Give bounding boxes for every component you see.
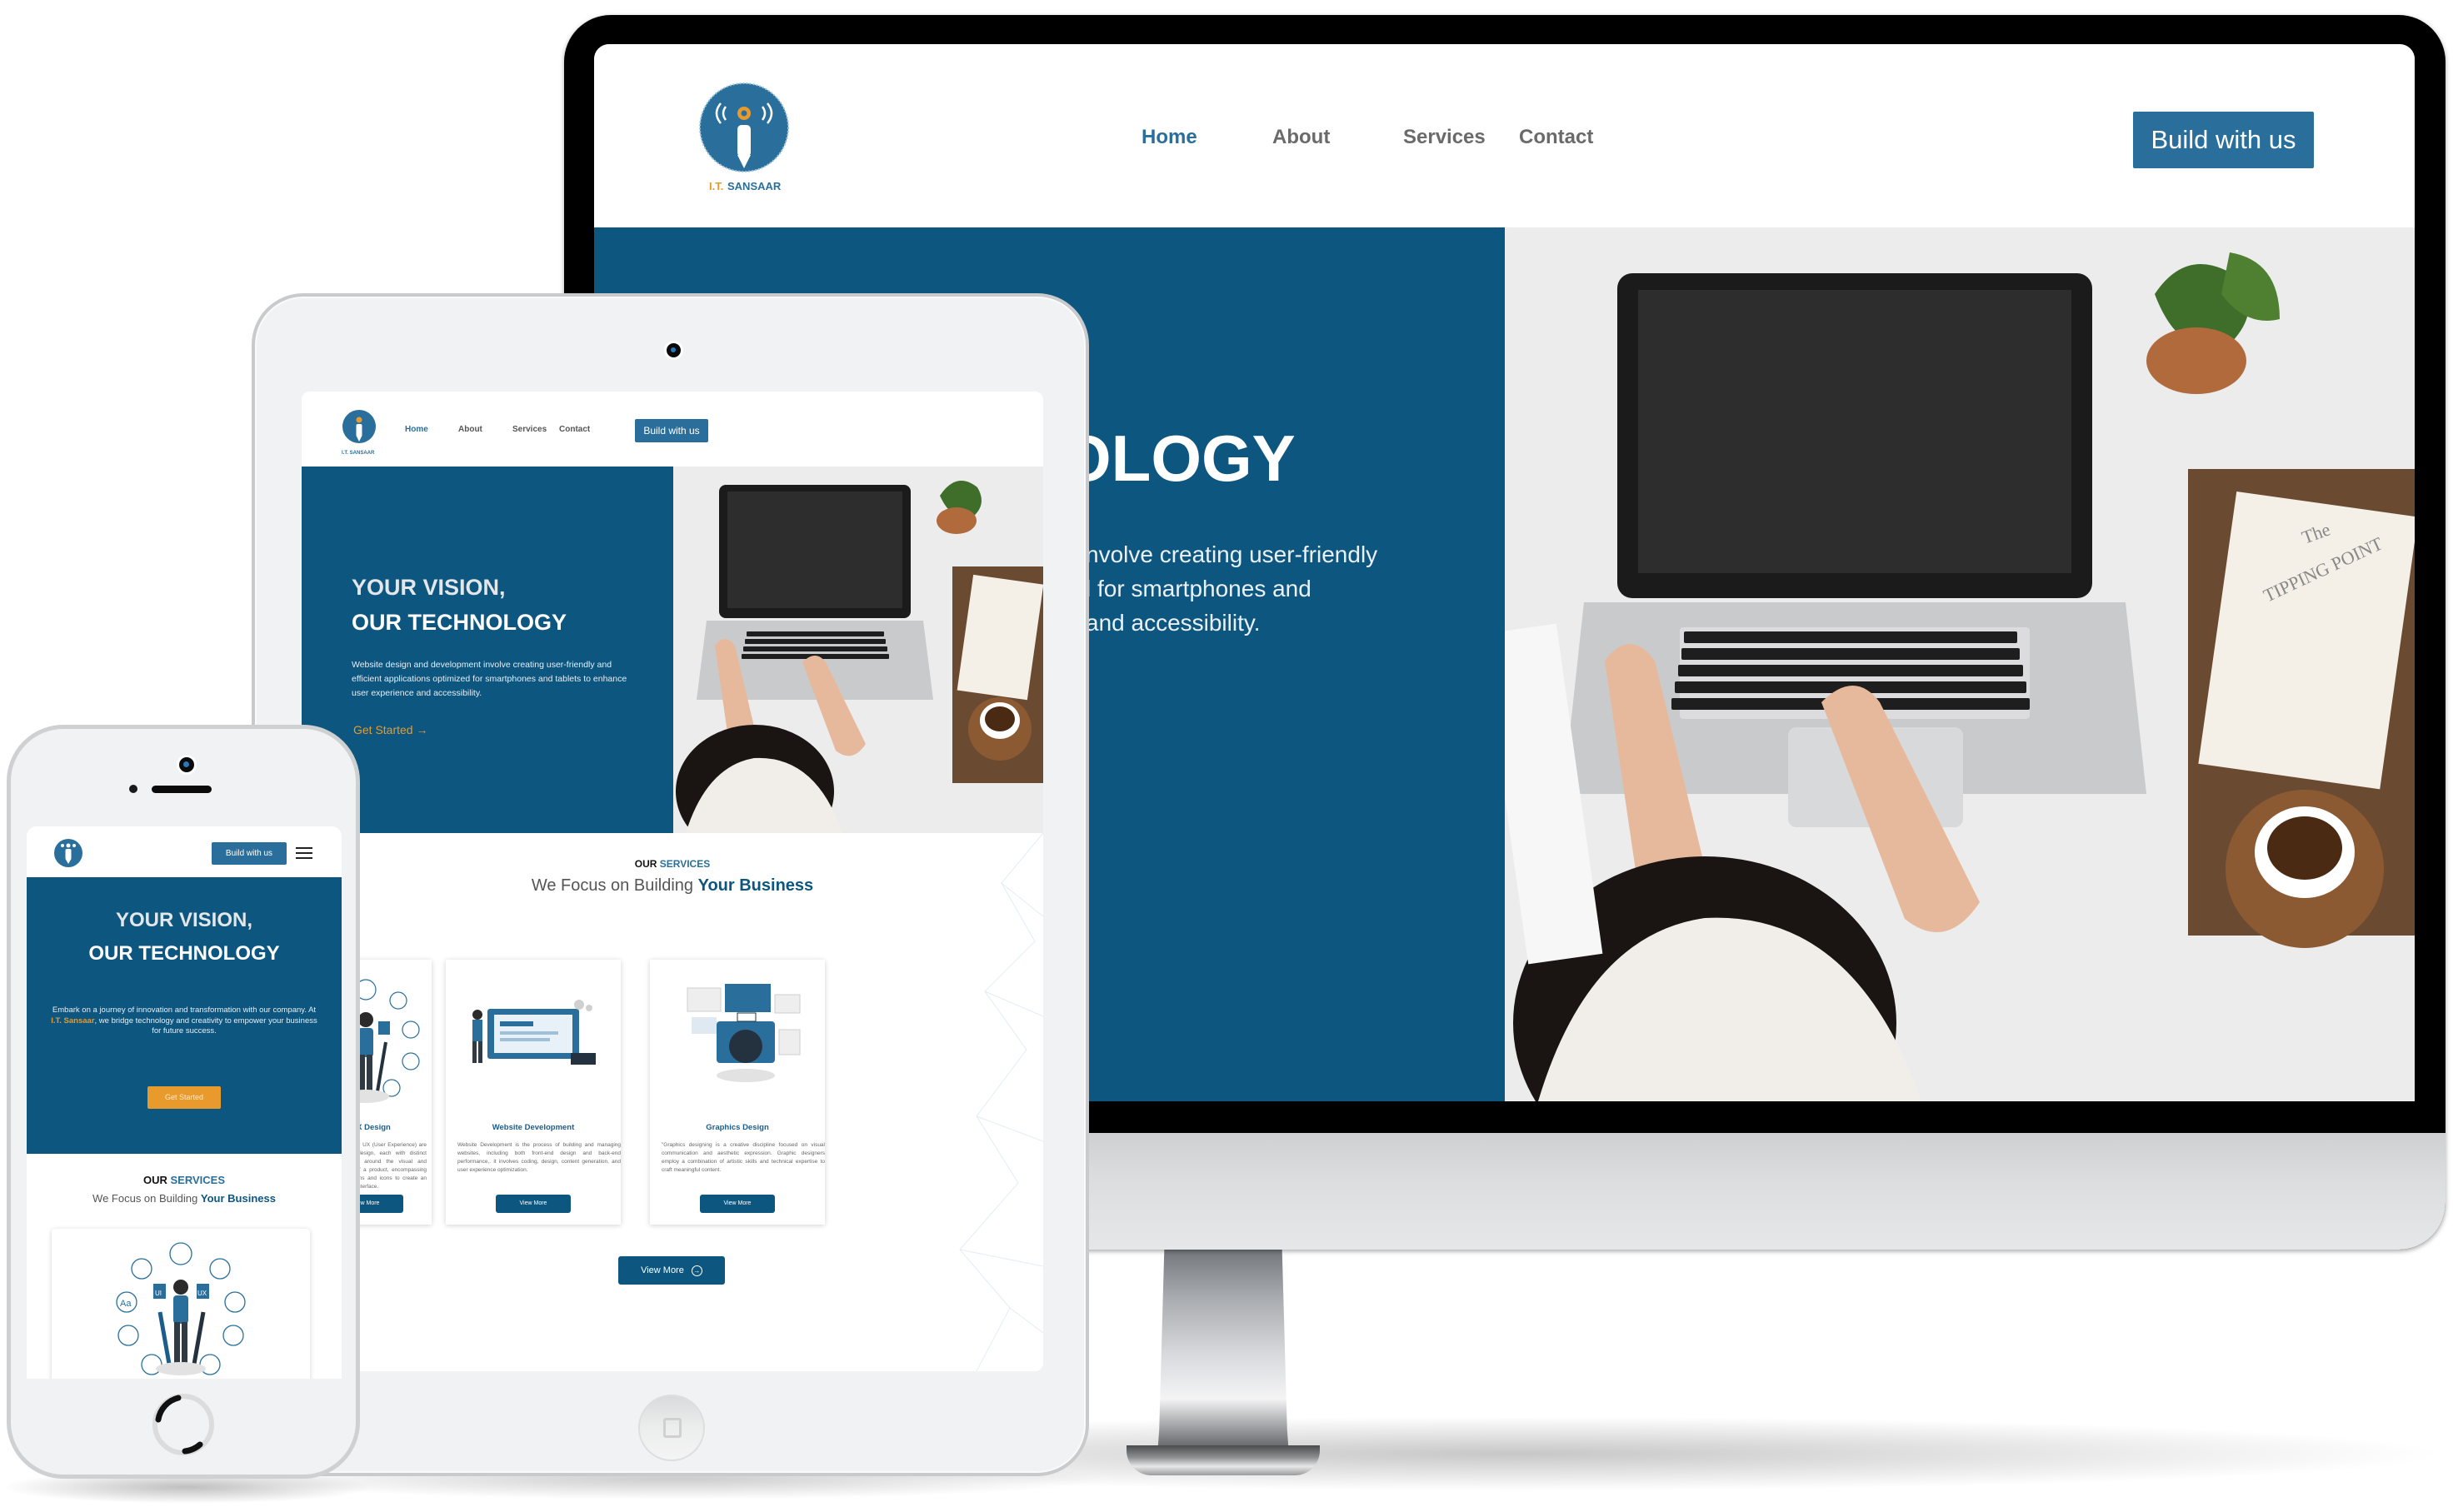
logo-text-suffix: SANSAAR bbox=[727, 180, 782, 192]
phone-sensor-icon bbox=[129, 785, 137, 793]
phone-get-started-button[interactable]: Get Started bbox=[147, 1086, 221, 1109]
arrow-right-icon: → bbox=[416, 723, 428, 736]
ui-label: UI bbox=[155, 1290, 162, 1297]
service-card-view-more-button[interactable]: View More bbox=[496, 1195, 571, 1213]
network-pattern-decoration bbox=[959, 833, 1043, 1371]
title-plain: We Focus on Building bbox=[531, 876, 694, 895]
tablet-nav-services[interactable]: Services bbox=[512, 425, 547, 434]
tablet-services-kicker: OUR SERVICES bbox=[302, 858, 1043, 870]
monitor-stand-foot bbox=[1127, 1445, 1320, 1475]
phone-service-card-uiux: Aa UI UX bbox=[52, 1229, 310, 1379]
tablet-hero-photo-laptop-desk bbox=[673, 467, 1043, 833]
phone-speaker-icon bbox=[152, 786, 212, 793]
svg-text:I.T. SANSAAR: I.T. SANSAAR bbox=[342, 451, 375, 456]
phone-home-button[interactable] bbox=[148, 1390, 218, 1460]
desktop-header: I.T. SANSAAR Home About Services Contact… bbox=[594, 44, 2415, 229]
desktop-nav-home[interactable]: Home bbox=[1142, 126, 1197, 149]
title-plain: We Focus on Building bbox=[92, 1192, 198, 1205]
desktop-build-with-us-button[interactable]: Build with us bbox=[2133, 112, 2314, 168]
tablet-get-started-link[interactable]: Get Started → bbox=[353, 723, 427, 736]
phone-hero-title-line1: YOUR VISION, bbox=[115, 909, 253, 931]
tablet-view-more-button[interactable]: View More → bbox=[618, 1256, 725, 1285]
service-card-description: Website Development is the process of bu… bbox=[457, 1142, 621, 1173]
service-card-title: Website Development bbox=[492, 1123, 575, 1132]
kicker-dark: OUR bbox=[634, 858, 657, 870]
ux-label: UX bbox=[197, 1290, 207, 1297]
service-card-graphics-design: Graphics Design "Graphics designing is a… bbox=[650, 960, 825, 1225]
phone-hero-title-line2: OUR TECHNOLOGY bbox=[88, 942, 280, 965]
tablet-hero-title-line2: OUR TECHNOLOGY bbox=[352, 610, 567, 635]
phone-services-title: We Focus on Building Your Business bbox=[27, 1192, 342, 1205]
tablet-services-section: OUR SERVICES We Focus on Building Your B… bbox=[302, 833, 1043, 1371]
title-bold: Your Business bbox=[697, 876, 814, 895]
service-card-title: Graphics Design bbox=[706, 1123, 769, 1132]
circle-arrow-right-icon: → bbox=[691, 1265, 702, 1276]
desktop-nav-about[interactable]: About bbox=[1272, 126, 1330, 149]
tablet-nav-about[interactable]: About bbox=[458, 425, 482, 434]
phone-build-with-us-button[interactable]: Build with us bbox=[212, 842, 287, 865]
typography-label: Aa bbox=[120, 1299, 132, 1309]
view-more-label: View More bbox=[641, 1265, 684, 1275]
kicker-blue: SERVICES bbox=[659, 858, 711, 870]
hamburger-menu-icon[interactable] bbox=[296, 847, 312, 861]
tablet-camera-icon bbox=[664, 341, 683, 360]
phone-hero-panel: YOUR VISION, OUR TECHNOLOGY Embark on a … bbox=[27, 877, 342, 1154]
kicker-blue: SERVICES bbox=[170, 1174, 226, 1186]
phone-services-section: OUR SERVICES We Focus on Building Your B… bbox=[27, 1154, 342, 1379]
it-sansaar-logo-icon[interactable]: I.T. SANSAAR bbox=[694, 82, 794, 194]
paragraph-brand-highlight: I.T. Sansaar bbox=[51, 1015, 95, 1025]
service-card-description: "Graphics designing is a creative discip… bbox=[662, 1142, 825, 1173]
tablet-header: I.T. SANSAAR Home About Services Contact… bbox=[302, 392, 1043, 468]
tablet-build-with-us-button[interactable]: Build with us bbox=[635, 419, 708, 442]
tablet-services-title: We Focus on Building Your Business bbox=[302, 876, 1043, 896]
tablet-hero-paragraph: Website design and development involve c… bbox=[352, 660, 627, 698]
paragraph-part: Embark on a journey of innovation and tr… bbox=[52, 1006, 317, 1015]
tablet-get-started-label: Get Started bbox=[353, 723, 413, 736]
phone-services-kicker: OUR SERVICES bbox=[27, 1174, 342, 1186]
logo-text-prefix: I.T. bbox=[709, 180, 723, 192]
kicker-dark: OUR bbox=[142, 1174, 167, 1186]
tablet-nav-home[interactable]: Home bbox=[405, 425, 428, 434]
service-card-website-development: Website Development Website Development … bbox=[446, 960, 621, 1225]
website-development-illustration bbox=[472, 1000, 596, 1065]
phone-hero-paragraph: Embark on a journey of innovation and tr… bbox=[48, 1006, 320, 1037]
phone-website-screen: Build with us YOUR VISION, OUR TECHNOLOG… bbox=[27, 826, 342, 1379]
title-bold: Your Business bbox=[200, 1192, 276, 1205]
tablet-hero-title-line1: YOUR VISION, bbox=[352, 575, 506, 600]
it-sansaar-logo-icon[interactable]: I.T. SANSAAR bbox=[340, 408, 378, 457]
it-sansaar-logo-icon[interactable] bbox=[53, 838, 83, 868]
desktop-hero-photo-laptop-desk: The TIPPING POINT bbox=[1505, 227, 2415, 1101]
graphics-design-illustration bbox=[687, 984, 801, 1082]
desktop-nav-services[interactable]: Services bbox=[1403, 126, 1486, 149]
desktop-hero-title-line2: OLOGY bbox=[1061, 422, 1296, 495]
monitor-stand bbox=[1157, 1241, 1290, 1466]
tablet-nav-contact[interactable]: Contact bbox=[559, 425, 590, 434]
paragraph-part: , we bridge technology and creativity to… bbox=[94, 1015, 317, 1036]
uiux-design-illustration: Aa UI UX bbox=[116, 1242, 246, 1375]
desktop-nav-contact[interactable]: Contact bbox=[1519, 126, 1593, 149]
tablet-website-screen: I.T. SANSAAR Home About Services Contact… bbox=[302, 392, 1043, 1371]
tablet-home-button[interactable] bbox=[638, 1395, 705, 1461]
service-card-view-more-button[interactable]: View More bbox=[700, 1195, 775, 1213]
phone-camera-icon bbox=[177, 755, 197, 775]
phone-header: Build with us bbox=[27, 826, 342, 877]
